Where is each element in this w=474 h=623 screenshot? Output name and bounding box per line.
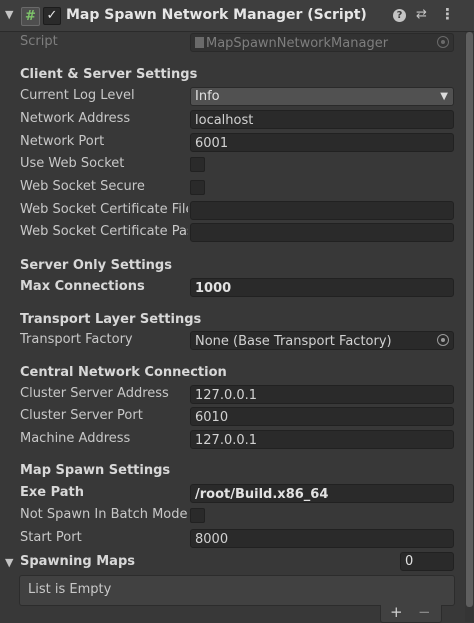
preset-icon[interactable]: ⇄ (416, 7, 427, 22)
transport-factory-value: None (Base Transport Factory) (195, 334, 392, 349)
cluster-address-input[interactable]: 127.0.0.1 (190, 385, 454, 404)
ws-cert-file-label: Web Socket Certificate File Path (20, 202, 188, 217)
dropdown-caret-icon: ▼ (440, 91, 448, 102)
machine-address-input[interactable]: 127.0.0.1 (190, 430, 454, 449)
network-port-row: Network Port 6001 (0, 132, 460, 154)
not-spawn-batch-checkbox[interactable] (190, 508, 205, 523)
web-socket-secure-checkbox[interactable] (190, 180, 205, 195)
transport-header: Transport Layer Settings (20, 312, 202, 327)
server-only-header: Server Only Settings (20, 258, 172, 273)
network-port-input[interactable]: 6001 (190, 133, 454, 152)
use-web-socket-checkbox[interactable] (190, 157, 205, 172)
cluster-address-label: Cluster Server Address (20, 386, 169, 401)
exe-path-input[interactable]: /root/Build.x86_64 (190, 484, 454, 503)
network-address-input[interactable]: localhost (190, 110, 454, 129)
spawning-maps-list: List is Empty (19, 575, 455, 606)
scrollbar-thumb[interactable] (466, 32, 473, 607)
network-port-label: Network Port (20, 134, 105, 149)
foldout-arrow-icon[interactable]: ▼ (5, 8, 13, 21)
log-level-label: Current Log Level (20, 88, 135, 103)
object-picker-icon (437, 36, 449, 48)
log-level-dropdown[interactable]: Info ▼ (190, 87, 454, 106)
network-address-row: Network Address localhost (0, 109, 460, 131)
spawning-maps-label[interactable]: Spawning Maps (20, 554, 135, 569)
use-web-socket-label: Use Web Socket (20, 156, 125, 171)
transport-factory-field[interactable]: None (Base Transport Factory) (190, 331, 454, 350)
machine-address-row: Machine Address 127.0.0.1 (0, 429, 460, 451)
component-title: Map Spawn Network Manager (Script) (66, 7, 367, 23)
ws-cert-pass-label: Web Socket Certificate Password (20, 224, 188, 239)
list-footer: + − (380, 603, 442, 623)
ws-cert-pass-input[interactable] (190, 223, 454, 242)
exe-path-row: Exe Path /root/Build.x86_64 (0, 483, 460, 505)
cluster-port-label: Cluster Server Port (20, 408, 143, 423)
start-port-label: Start Port (20, 530, 82, 545)
ws-cert-file-input[interactable] (190, 201, 454, 220)
object-picker-icon[interactable] (437, 334, 449, 346)
web-socket-secure-label: Web Socket Secure (20, 179, 145, 194)
list-empty-text: List is Empty (28, 582, 112, 597)
start-port-input[interactable]: 8000 (190, 529, 454, 548)
ws-cert-pass-row: Web Socket Certificate Password (0, 222, 460, 244)
remove-element-button[interactable]: − (418, 603, 431, 621)
web-socket-secure-row: Web Socket Secure (0, 177, 460, 199)
spawning-maps-size-input[interactable]: 0 (400, 552, 454, 571)
exe-path-label: Exe Path (20, 485, 85, 500)
transport-factory-row: Transport Factory None (Base Transport F… (0, 330, 460, 352)
log-level-row: Current Log Level Info ▼ (0, 86, 460, 108)
script-label: Script (20, 34, 58, 49)
cluster-port-row: Cluster Server Port 6010 (0, 406, 460, 428)
max-connections-input[interactable]: 1000 (190, 278, 454, 297)
use-web-socket-row: Use Web Socket (0, 154, 460, 176)
script-file-icon (195, 37, 204, 48)
script-row: Script MapSpawnNetworkManager (0, 32, 460, 54)
machine-address-label: Machine Address (20, 431, 131, 446)
max-connections-row: Max Connections 1000 (0, 277, 460, 299)
script-icon: # (21, 7, 40, 26)
central-header: Central Network Connection (20, 365, 227, 380)
transport-factory-label: Transport Factory (20, 332, 133, 347)
add-element-button[interactable]: + (390, 603, 403, 621)
network-address-label: Network Address (20, 111, 131, 126)
ws-cert-file-row: Web Socket Certificate File Path (0, 200, 460, 222)
start-port-row: Start Port 8000 (0, 528, 460, 550)
not-spawn-batch-row: Not Spawn In Batch Mode (0, 505, 460, 527)
script-field: MapSpawnNetworkManager (190, 33, 454, 52)
help-icon[interactable]: ? (393, 9, 406, 22)
spawning-maps-foldout-icon[interactable]: ▼ (5, 556, 13, 569)
max-connections-label: Max Connections (20, 279, 145, 294)
more-options-icon[interactable]: ⋮ (440, 5, 455, 23)
map-spawn-header: Map Spawn Settings (20, 463, 171, 478)
client-server-header: Client & Server Settings (20, 67, 198, 82)
cluster-address-row: Cluster Server Address 127.0.0.1 (0, 384, 460, 406)
inspector-scrollbar[interactable] (465, 32, 474, 622)
component-header: ▼ # ✓ Map Spawn Network Manager (Script)… (0, 0, 474, 32)
script-field-value: MapSpawnNetworkManager (206, 36, 389, 51)
component-enabled-checkbox[interactable]: ✓ (43, 7, 61, 25)
cluster-port-input[interactable]: 6010 (190, 407, 454, 426)
log-level-value: Info (195, 89, 220, 104)
not-spawn-batch-label: Not Spawn In Batch Mode (20, 507, 188, 522)
